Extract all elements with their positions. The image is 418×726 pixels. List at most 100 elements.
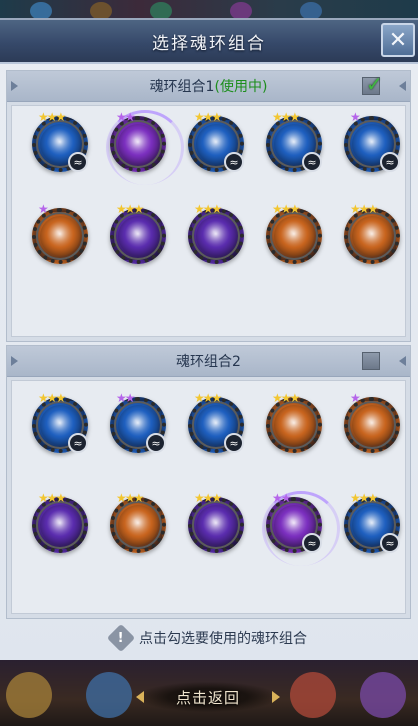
arrow-right-icon [272, 691, 280, 703]
soul-ring-icon[interactable]: ★ ★ ★ ≈ [32, 392, 88, 453]
star-icon: ★ [55, 110, 67, 124]
ring-core [352, 405, 392, 445]
background-icon [290, 672, 336, 718]
ring-core [196, 216, 236, 256]
ring-core [352, 216, 392, 256]
star-rating: ★ [38, 202, 49, 216]
skill-badge-icon: ≈ [224, 433, 244, 453]
star-rating: ★ [350, 391, 361, 405]
soul-ring-icon[interactable]: ★ ≈ [344, 111, 400, 172]
star-rating: ★ ★ ★ [194, 110, 223, 124]
return-label: 点击返回 [175, 688, 240, 707]
ring-core [40, 505, 80, 545]
checkmark-icon: ✓ [366, 72, 383, 96]
star-icon: ★ [211, 202, 223, 216]
star-icon: ★ [38, 202, 49, 216]
soul-ring-icon[interactable]: ★ ★ ★ [266, 203, 322, 264]
star-rating: ★ ★ [116, 391, 136, 405]
ornament-right-icon [399, 356, 406, 366]
soul-ring-icon[interactable]: ★ ★ ★ [32, 492, 88, 553]
soul-ring-icon[interactable]: ★ ★ [106, 110, 184, 185]
ring-core [274, 216, 314, 256]
ring-core [196, 505, 236, 545]
star-rating: ★ ★ ★ [116, 491, 145, 505]
dialog-header: 选择魂环组合 ✕ [0, 20, 418, 64]
ring-set-2-header[interactable]: 魂环组合2 [7, 346, 410, 377]
skill-badge-icon: ≈ [302, 533, 322, 553]
soul-ring-icon[interactable]: ★ ★ ★ [110, 492, 166, 553]
skill-badge-icon: ≈ [68, 152, 88, 172]
ring-core [118, 505, 158, 545]
close-icon: ✕ [388, 27, 408, 53]
soul-ring-icon[interactable]: ★ ★ ★ [344, 203, 400, 264]
ring-set-2-grid: ★ ★ ★ ≈ ★ ★ ≈ ★ ★ ★ ≈ ★ ★ ★ ★ ★ ★ ★ ★ ★ ★ ★ ★ ★ ★ ★ ≈ ★ ★ ★ ≈ [11, 380, 406, 614]
star-icon: ★ [133, 202, 145, 216]
star-rating: ★ ★ ★ [194, 202, 223, 216]
star-rating: ★ ★ ★ [350, 491, 379, 505]
soul-ring-icon[interactable]: ★ ★ ★ ≈ [344, 492, 400, 553]
soul-ring-icon[interactable]: ★ ★ ★ ≈ [266, 111, 322, 172]
ring-set-1-checkbox[interactable]: ✓ [362, 72, 383, 96]
ornament-left-icon [11, 81, 18, 91]
star-icon: ★ [350, 391, 361, 405]
star-rating: ★ ★ ★ [194, 392, 222, 404]
ornament-left-icon [11, 356, 18, 366]
soul-ring-icon[interactable]: ★ [344, 392, 400, 453]
ring-core [40, 216, 80, 256]
ornament-right-icon [399, 81, 406, 91]
ring-set-1-header[interactable]: 魂环组合1 (使用中) ✓ [7, 71, 410, 102]
ring-set-2-checkbox[interactable] [362, 352, 380, 370]
soul-ring-icon[interactable]: ★ ★ ≈ [110, 392, 166, 453]
star-rating: ★ ★ ★ [38, 491, 67, 505]
star-rating: ★ ★ [116, 110, 136, 124]
ring-core [274, 405, 314, 445]
skill-badge-icon: ≈ [68, 433, 88, 453]
soul-ring-icon[interactable]: ★ ★ ★ ≈ [32, 111, 88, 172]
exclamation-icon: ! [106, 623, 136, 653]
soul-ring-icon[interactable]: ★ ★ ★ [266, 392, 322, 453]
return-button[interactable]: 点击返回 [136, 682, 280, 712]
star-icon: ★ [289, 391, 301, 405]
star-icon: ★ [367, 202, 379, 216]
soul-ring-icon[interactable]: ★ ★ ★ ≈ [188, 392, 244, 453]
star-icon: ★ [124, 391, 136, 405]
star-rating: ★ ★ ★ [272, 203, 300, 215]
star-rating: ★ ★ ★ [194, 491, 223, 505]
background-icon [360, 672, 406, 718]
star-rating: ★ ★ ★ [272, 391, 301, 405]
star-icon: ★ [350, 110, 361, 124]
star-icon: ★ [280, 491, 292, 505]
star-icon: ★ [211, 491, 223, 505]
in-use-label: (使用中) [214, 79, 268, 95]
star-icon: ★ [133, 491, 145, 505]
skill-badge-icon: ≈ [146, 433, 166, 453]
skill-badge-icon: ≈ [224, 152, 244, 172]
soul-ring-icon[interactable]: ★ ★ ★ ≈ [188, 111, 244, 172]
star-icon: ★ [367, 491, 379, 505]
skill-badge-icon: ≈ [380, 152, 400, 172]
star-icon: ★ [124, 110, 136, 124]
ring-set-1-grid: ★ ★ ★ ≈ ★ ★ ★ ★ ★ ≈ ★ ★ ★ ≈ ★ ≈ ★ ★ ★ ★ ★ ★ ★ ★ ★ ★ ★ ★ ★ [11, 105, 406, 337]
skill-badge-icon: ≈ [302, 152, 322, 172]
ring-set-1: 魂环组合1 (使用中) ✓ ★ ★ ★ ≈ ★ ★ ★ ★ ★ ≈ ★ ★ ★ ≈ ★ ≈ ★ ★ ★ ★ ★ ★ ★ ★ ★ ★ ★… [6, 70, 411, 342]
ring-set-2-name: 魂环组合2 [176, 354, 241, 370]
ring-set-2: 魂环组合2 ★ ★ ★ ≈ ★ ★ ≈ ★ ★ ★ ≈ ★ ★ ★ ★ ★ ★ ★ ★ ★ ★ ★ ★ ★ ★ ★ ≈ ★ ★ ★ ≈ [6, 345, 411, 619]
hint-bar: ! 点击勾选要使用的魂环组合 [0, 622, 418, 654]
star-rating: ★ [350, 110, 361, 124]
close-button[interactable]: ✕ [381, 23, 415, 57]
ring-set-1-name: 魂环组合1 [149, 79, 215, 95]
star-rating: ★ ★ ★ [38, 110, 67, 124]
soul-ring-icon[interactable]: ★ ★ ★ [110, 203, 166, 264]
star-icon: ★ [55, 491, 67, 505]
star-rating: ★ ★ ★ [272, 111, 300, 123]
arrow-left-icon [136, 691, 144, 703]
soul-ring-select-dialog: 选择魂环组合 ✕ 魂环组合1 (使用中) ✓ ★ ★ ★ ≈ ★ ★ ★ ★ ★ ≈ ★ ★ ★ ≈ ★ ≈ ★ ★… [0, 18, 418, 662]
skill-badge-icon: ≈ [380, 533, 400, 553]
soul-ring-icon[interactable]: ★ ★ ≈ [262, 491, 340, 566]
star-rating: ★ ★ ★ [38, 392, 66, 404]
soul-ring-icon[interactable]: ★ [32, 203, 88, 264]
soul-ring-icon[interactable]: ★ ★ ★ [188, 203, 244, 264]
soul-ring-icon[interactable]: ★ ★ ★ [188, 492, 244, 553]
hint-text: 点击勾选要使用的魂环组合 [139, 631, 307, 647]
star-icon: ★ [211, 110, 223, 124]
